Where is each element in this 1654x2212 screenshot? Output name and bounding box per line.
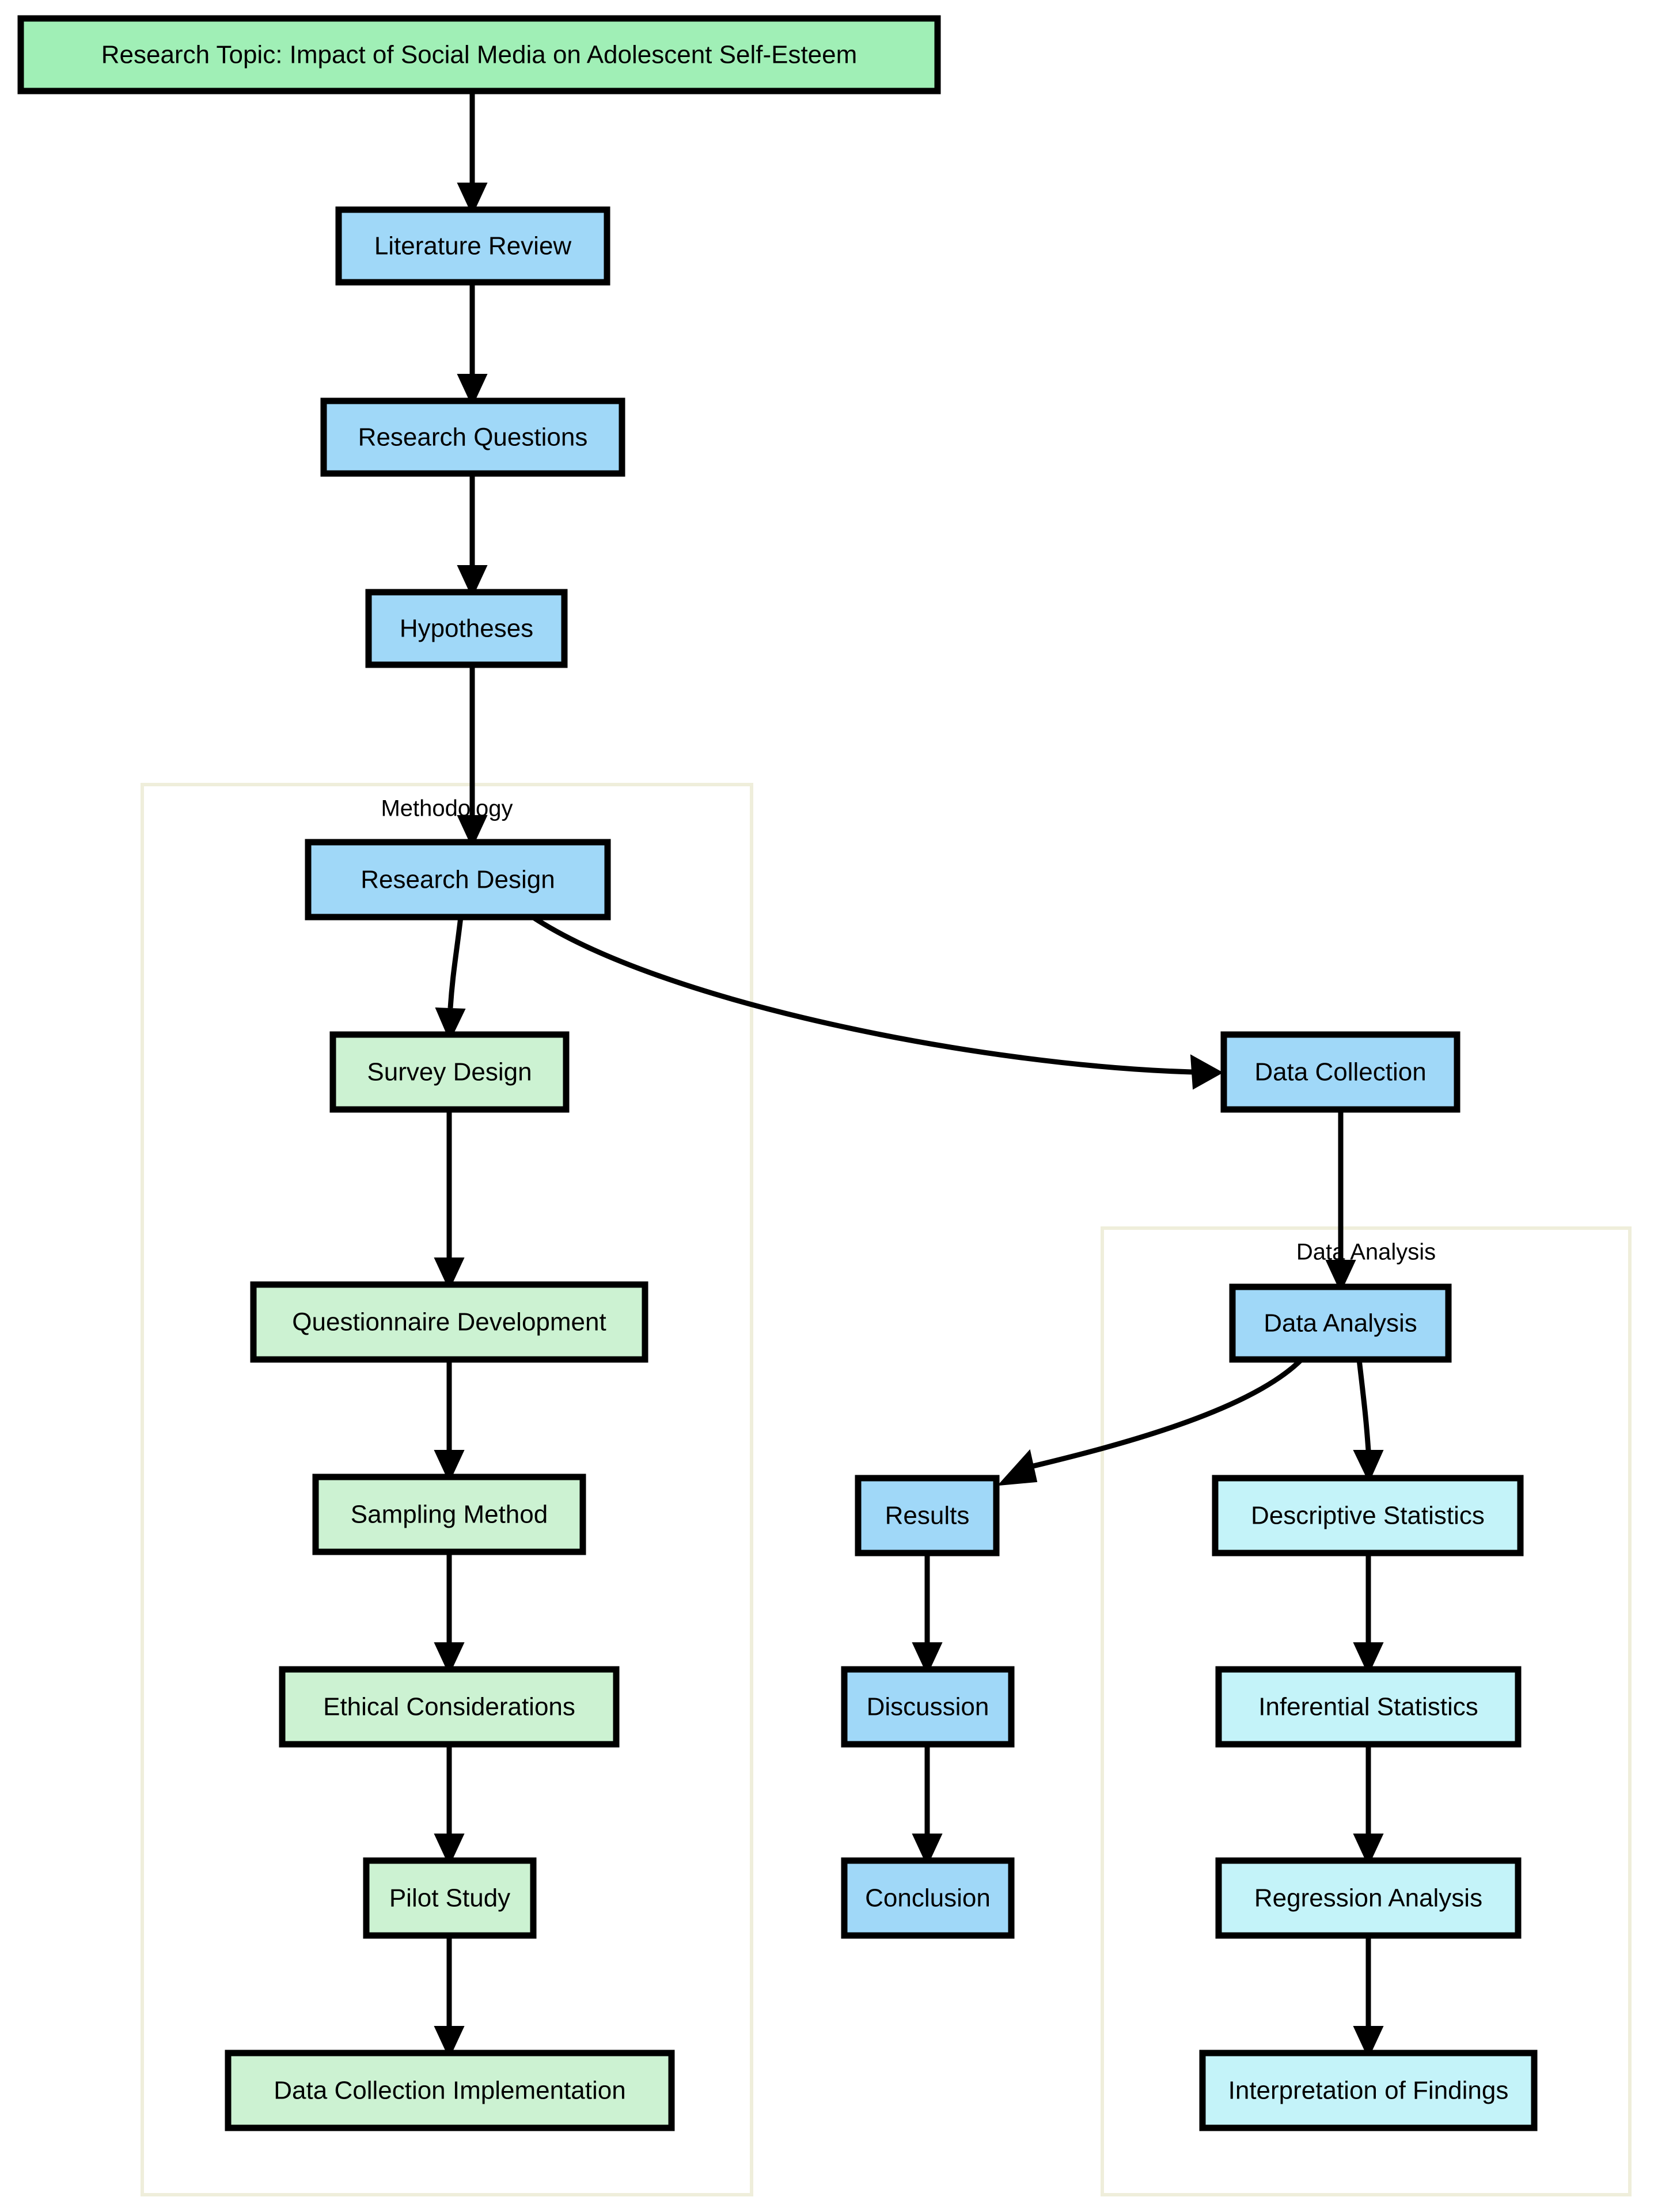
node-label-descriptive_statistics: Descriptive Statistics [1251, 1502, 1485, 1530]
node-interpretation_findings[interactable]: Interpretation of Findings [1199, 2050, 1538, 2131]
node-label-hypotheses: Hypotheses [400, 615, 533, 643]
node-label-data_collection: Data Collection [1254, 1058, 1426, 1086]
node-label-data_analysis: Data Analysis [1264, 1309, 1417, 1338]
node-label-sampling_method: Sampling Method [351, 1501, 548, 1529]
flowchart-root: Research Topic: Impact of Social Media o… [0, 0, 1654, 2212]
node-label-discussion: Discussion [867, 1693, 989, 1721]
node-label-survey_design: Survey Design [367, 1058, 532, 1086]
flowchart-canvas: Research Topic: Impact of Social Media o… [17, 15, 1632, 2196]
node-research_questions[interactable]: Research Questions [320, 397, 625, 477]
node-label-questionnaire_development: Questionnaire Development [292, 1308, 606, 1336]
node-discussion[interactable]: Discussion [841, 1666, 1015, 1748]
node-literature_review[interactable]: Literature Review [335, 206, 610, 286]
node-label-ethical_considerations: Ethical Considerations [323, 1693, 575, 1721]
node-hypotheses[interactable]: Hypotheses [365, 589, 568, 668]
node-label-pilot_study: Pilot Study [389, 1884, 510, 1912]
node-label-literature_review: Literature Review [374, 232, 572, 260]
node-label-regression_analysis: Regression Analysis [1254, 1884, 1482, 1912]
node-regression_analysis[interactable]: Regression Analysis [1215, 1857, 1522, 1939]
node-label-research_topic: Research Topic: Impact of Social Media o… [101, 41, 858, 69]
node-label-interpretation_findings: Interpretation of Findings [1228, 2077, 1509, 2105]
node-label-inferential_statistics: Inferential Statistics [1258, 1693, 1478, 1721]
node-sampling_method[interactable]: Sampling Method [312, 1474, 586, 1555]
node-pilot_study[interactable]: Pilot Study [363, 1857, 537, 1939]
cluster-label-cluster_data_analysis: Data Analysis [1296, 1240, 1436, 1265]
node-descriptive_statistics[interactable]: Descriptive Statistics [1212, 1475, 1524, 1556]
node-results[interactable]: Results [855, 1475, 1000, 1556]
node-label-research_questions: Research Questions [358, 423, 588, 452]
node-research_topic[interactable]: Research Topic: Impact of Social Media o… [17, 15, 941, 94]
node-data_collection[interactable]: Data Collection [1220, 1031, 1460, 1113]
node-label-research_design: Research Design [361, 866, 555, 894]
node-data_collection_impl[interactable]: Data Collection Implementation [225, 2050, 675, 2131]
node-label-conclusion: Conclusion [865, 1884, 991, 1912]
node-survey_design[interactable]: Survey Design [329, 1031, 570, 1113]
node-questionnaire_development[interactable]: Questionnaire Development [250, 1281, 648, 1363]
cluster-label-cluster_methodology: Methodology [381, 796, 513, 821]
arrowhead-ah_da_results [997, 1449, 1038, 1486]
node-conclusion[interactable]: Conclusion [841, 1857, 1015, 1939]
node-label-results: Results [885, 1502, 970, 1530]
node-research_design[interactable]: Research Design [305, 839, 611, 921]
node-data_analysis[interactable]: Data Analysis [1229, 1283, 1452, 1363]
node-ethical_considerations[interactable]: Ethical Considerations [279, 1666, 620, 1748]
node-inferential_statistics[interactable]: Inferential Statistics [1215, 1666, 1522, 1748]
node-label-data_collection_impl: Data Collection Implementation [274, 2077, 625, 2105]
arrowhead-ah_rd_dc [1190, 1054, 1224, 1090]
